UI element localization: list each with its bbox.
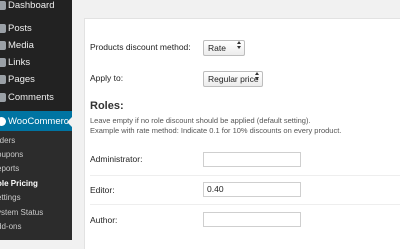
submenu-item-role-pricing[interactable]: ole Pricing xyxy=(0,177,72,191)
link-icon xyxy=(0,58,6,67)
select-arrows-icon xyxy=(254,72,259,80)
sidebar-item-label: Dashboard xyxy=(8,0,55,11)
submenu-item-settings[interactable]: ettings xyxy=(0,191,72,205)
woocommerce-icon xyxy=(0,117,6,126)
sidebar-item-woocommerce[interactable]: WooCommerce xyxy=(0,111,72,133)
role-label-editor: Editor: xyxy=(90,185,115,195)
discount-method-value: Rate xyxy=(208,43,226,53)
submenu-item-label: ettings xyxy=(0,193,21,202)
sidebar-item-dashboard[interactable]: Dashboard xyxy=(0,0,72,17)
woocommerce-submenu: rders oupons eports ole Pricing ettings … xyxy=(0,131,72,240)
submenu-item-label: dd-ons xyxy=(0,222,22,231)
select-arrows-icon xyxy=(236,41,241,49)
dashboard-icon xyxy=(0,1,6,10)
comment-icon xyxy=(0,93,6,102)
submenu-item-reports[interactable]: eports xyxy=(0,162,72,176)
submenu-item-add-ons[interactable]: dd-ons xyxy=(0,220,72,234)
sidebar-item-label: WooCommerce xyxy=(8,116,72,127)
apply-to-select[interactable]: Regular price xyxy=(203,71,263,87)
page-icon xyxy=(0,75,6,84)
main-content: Products discount method: Rate Apply to:… xyxy=(72,0,400,249)
row-divider xyxy=(90,204,400,205)
row-divider xyxy=(90,175,400,176)
admin-sidebar: Dashboard Posts Media Links Pages Commen… xyxy=(0,0,72,240)
role-discount-input-editor[interactable]: 0.40 xyxy=(203,182,301,197)
media-icon xyxy=(0,41,6,50)
roles-help-line-2: Example with rate method: Indicate 0.1 f… xyxy=(90,126,342,135)
discount-method-label: Products discount method: xyxy=(90,42,191,52)
settings-panel: Products discount method: Rate Apply to:… xyxy=(84,18,400,249)
apply-to-label: Apply to: xyxy=(90,73,124,83)
discount-method-select[interactable]: Rate xyxy=(203,40,245,56)
submenu-item-label: eports xyxy=(0,164,20,173)
role-label-author: Author: xyxy=(90,215,118,225)
role-label-administrator: Administrator: xyxy=(90,154,143,164)
pin-icon xyxy=(0,24,6,33)
submenu-item-orders[interactable]: rders xyxy=(0,134,72,148)
roles-help-line-1: Leave empty if no role discount should b… xyxy=(90,116,311,125)
submenu-item-label: rders xyxy=(0,136,16,145)
submenu-item-label: oupons xyxy=(0,150,24,159)
submenu-item-label: ystem Status xyxy=(0,208,44,217)
roles-heading: Roles: xyxy=(90,100,124,112)
sidebar-item-label: Comments xyxy=(8,92,54,103)
role-discount-input-author[interactable] xyxy=(203,212,301,227)
submenu-item-label: ole Pricing xyxy=(0,179,38,188)
sidebar-item-comments[interactable]: Comments xyxy=(0,87,72,109)
submenu-item-coupons[interactable]: oupons xyxy=(0,148,72,162)
apply-to-value: Regular price xyxy=(208,74,259,84)
role-discount-input-administrator[interactable] xyxy=(203,152,301,167)
submenu-item-system-status[interactable]: ystem Status xyxy=(0,206,72,220)
